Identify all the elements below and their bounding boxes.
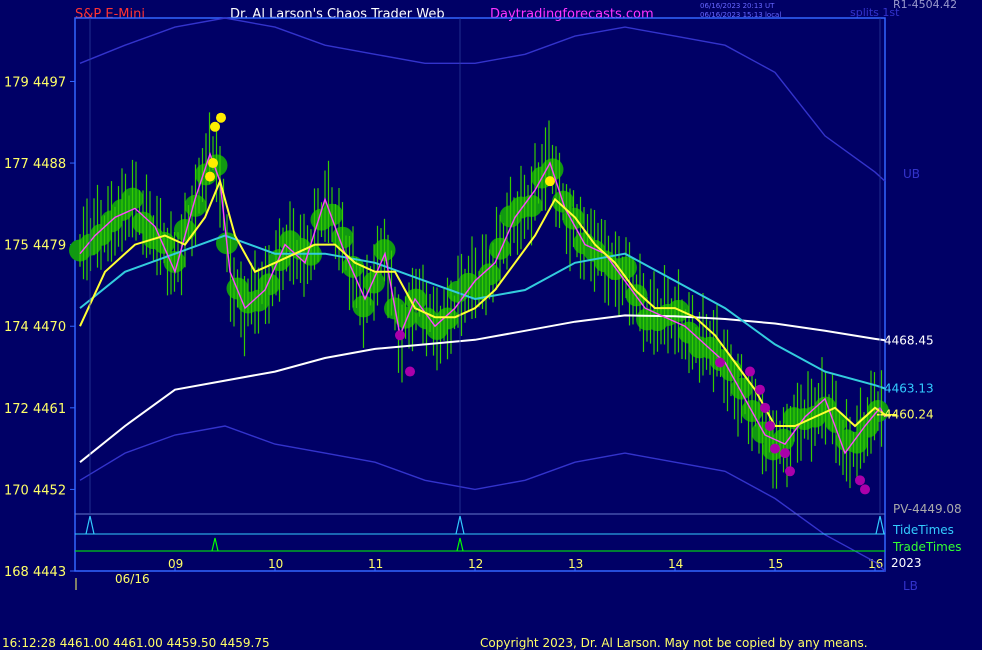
cyan-value-label: 4463.13 xyxy=(884,382,934,396)
bottom-marker-dot xyxy=(785,466,795,477)
x-start-date-label: 06/16 xyxy=(115,572,150,586)
pv-label: PV-4449.08 xyxy=(893,502,962,516)
header-r1: R1-4504.42 xyxy=(893,0,957,11)
y-tick-label-left: 177 xyxy=(4,157,29,172)
y-tick-label-right: 4470 xyxy=(33,320,66,335)
top-marker-dot xyxy=(545,176,555,187)
top-marker-dot xyxy=(205,171,215,182)
footer-copyright: Copyright 2023, Dr. Al Larson. May not b… xyxy=(480,636,868,650)
bottom-marker-dot xyxy=(405,366,415,377)
header-symbol: S&P E-Mini xyxy=(75,7,145,22)
y-tick-label-right: 4443 xyxy=(33,565,66,580)
y-tick-label-left: 168 xyxy=(4,565,29,580)
y-tick-label-right: 4497 xyxy=(33,75,66,90)
chart: S&P E-Mini Dr. Al Larson's Chaos Trader … xyxy=(0,0,982,650)
bottom-marker-dot xyxy=(745,366,755,377)
y-tick-label-left: 175 xyxy=(4,239,29,254)
header-title: Dr. Al Larson's Chaos Trader Web xyxy=(230,7,445,22)
bottom-marker-dot xyxy=(715,357,725,368)
x-tick-label: 09 xyxy=(168,557,183,571)
ub-label: UB xyxy=(903,167,920,181)
y-tick-label-right: 4461 xyxy=(33,402,66,417)
bottom-marker-dot xyxy=(860,484,870,495)
lb-label: LB xyxy=(903,579,918,593)
bottom-marker-dot xyxy=(760,402,770,413)
top-marker-dot xyxy=(208,158,218,169)
y-tick-label-left: 170 xyxy=(4,483,29,498)
y-tick-label-left: 172 xyxy=(4,402,29,417)
bottom-marker-dot xyxy=(765,420,775,431)
bottom-marker-dot xyxy=(780,448,790,459)
year-label: 2023 xyxy=(891,556,922,570)
x-tick-label: 10 xyxy=(268,557,283,571)
header-timestamp-utc: 06/16/2023 20:13 UT xyxy=(700,2,775,10)
footer-last-bar: 16:12:28 4461.00 4461.00 4459.50 4459.75 xyxy=(2,636,270,650)
top-marker-dot xyxy=(216,112,226,123)
y-tick-label-right: 4488 xyxy=(33,157,66,172)
x-tick-label: 15 xyxy=(768,557,783,571)
y-tick-label-right: 4479 xyxy=(33,239,66,254)
y-tick-label-right: 4452 xyxy=(33,483,66,498)
chart-background xyxy=(0,0,982,650)
x-tick-label: 14 xyxy=(668,557,683,571)
top-marker-dot xyxy=(210,121,220,132)
bottom-marker-dot xyxy=(755,384,765,395)
y-tick-label-left: 179 xyxy=(4,75,29,90)
header-site: Daytradingforecasts.com xyxy=(490,7,654,22)
x-tick-label: 12 xyxy=(468,557,483,571)
x-tick-label: 11 xyxy=(368,557,383,571)
tide-times-label: TideTimes xyxy=(892,523,954,537)
x-tick-label: 13 xyxy=(568,557,583,571)
bottom-marker-dot xyxy=(395,330,405,341)
white-value-label: 4468.45 xyxy=(884,333,934,347)
bottom-marker-dot xyxy=(770,443,780,454)
bottom-marker-dot xyxy=(855,475,865,486)
y-tick-label-left: 174 xyxy=(4,320,29,335)
trade-times-label: TradeTimes xyxy=(892,540,961,554)
yellow-value-label: 4460.24 xyxy=(884,408,934,422)
